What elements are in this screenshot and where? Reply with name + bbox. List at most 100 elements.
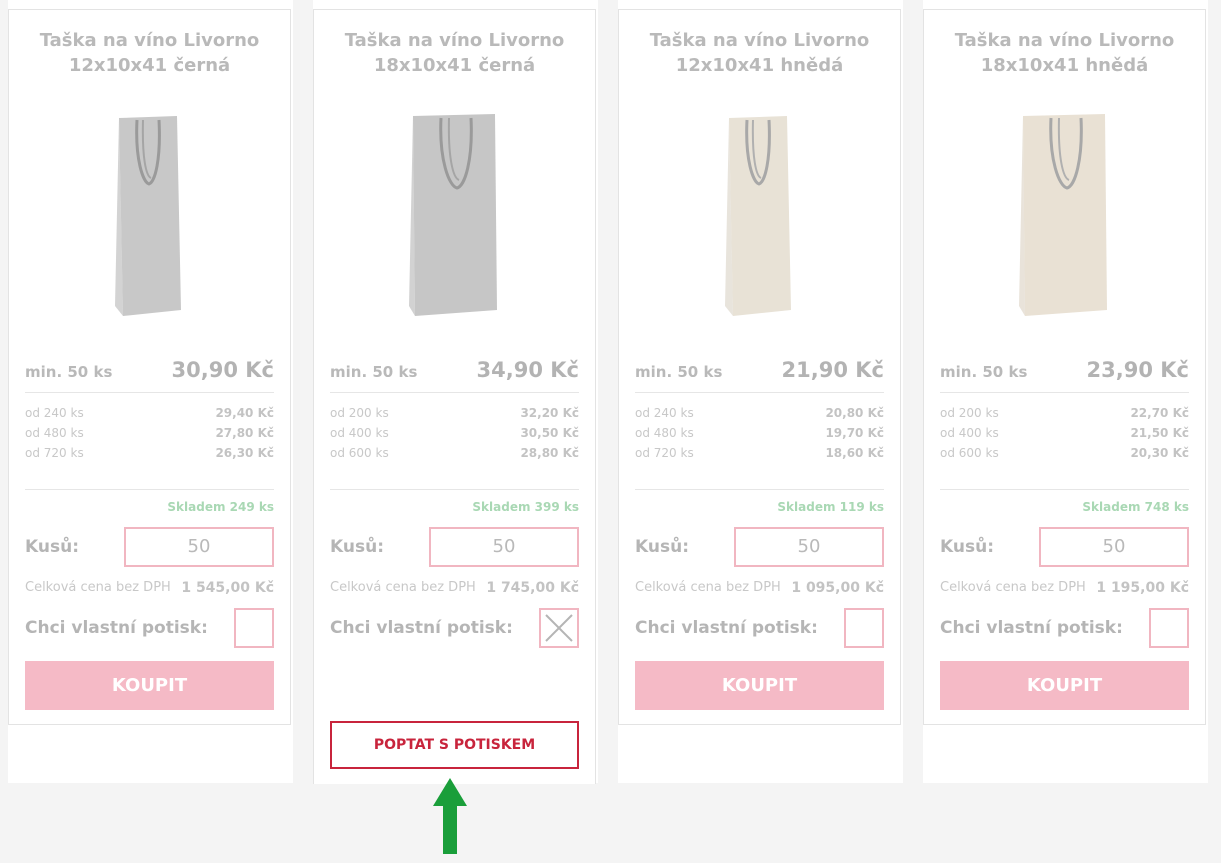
wine-bag-image — [114, 116, 181, 316]
bag-body — [728, 116, 791, 316]
product-image[interactable] — [314, 110, 595, 322]
price-tier: od 200 ks 22,70 Kč — [940, 403, 1189, 423]
quantity-label: Kusů: — [635, 537, 689, 557]
custom-print-checkbox[interactable] — [844, 608, 884, 648]
stock-status: Skladem 249 ks — [167, 500, 274, 514]
ask-with-print-button[interactable]: POPTAT S POTISKEM — [330, 721, 579, 769]
tier-price: 32,20 Kč — [520, 406, 579, 420]
quantity-row: Kusů: 50 — [635, 527, 884, 567]
product-title[interactable]: Taška na víno Livorno 12x10x41 černá — [19, 28, 280, 78]
price-tiers: od 240 ks 29,40 Kč od 480 ks 27,80 Kč od 7… — [25, 403, 274, 463]
tier-quantity: od 720 ks — [25, 446, 84, 460]
total-row: Celková cena bez DPH 1 195,00 Kč — [940, 580, 1189, 596]
divider — [940, 489, 1189, 490]
quantity-row: Kusů: 50 — [940, 527, 1189, 567]
price-tier: od 400 ks 30,50 Kč — [330, 423, 579, 443]
product-column: Taška na víno Livorno 12x10x41 hnědá min… — [618, 0, 903, 783]
total-row: Celková cena bez DPH 1 545,00 Kč — [25, 580, 274, 596]
product-title-line2[interactable]: 18x10x41 černá — [324, 53, 585, 78]
product-title-line2[interactable]: 12x10x41 hnědá — [629, 53, 890, 78]
bag-body — [1022, 114, 1107, 316]
price-tier: od 480 ks 19,70 Kč — [635, 423, 884, 443]
unit-price: 21,90 Kč — [781, 358, 884, 382]
tier-price: 26,30 Kč — [215, 446, 274, 460]
bag-body — [118, 116, 181, 316]
quantity-label: Kusů: — [25, 537, 79, 557]
product-image[interactable] — [924, 110, 1205, 322]
product-title[interactable]: Taška na víno Livorno 18x10x41 hnědá — [934, 28, 1195, 78]
buy-button[interactable]: KOUPIT — [25, 661, 274, 710]
stock-status: Skladem 119 ks — [777, 500, 884, 514]
price-tier: od 720 ks 18,60 Kč — [635, 443, 884, 463]
custom-print-label: Chci vlastní potisk: — [940, 618, 1123, 638]
product-title[interactable]: Taška na víno Livorno 12x10x41 hnědá — [629, 28, 890, 78]
product-title-line1[interactable]: Taška na víno Livorno — [629, 28, 890, 53]
wine-bag-image — [1018, 114, 1107, 316]
product-column: Taška na víno Livorno 18x10x41 černá min… — [313, 0, 598, 784]
quantity-input[interactable]: 50 — [1039, 527, 1189, 567]
tier-price: 22,70 Kč — [1130, 406, 1189, 420]
price-tier: od 600 ks 20,30 Kč — [940, 443, 1189, 463]
product-card: Taška na víno Livorno 12x10x41 černá min… — [8, 9, 291, 725]
quantity-input[interactable]: 50 — [734, 527, 884, 567]
product-image[interactable] — [619, 110, 900, 322]
product-card: Taška na víno Livorno 12x10x41 hnědá min… — [618, 9, 901, 725]
quantity-row: Kusů: 50 — [330, 527, 579, 567]
price-tier: od 200 ks 32,20 Kč — [330, 403, 579, 423]
product-title-line1[interactable]: Taška na víno Livorno — [934, 28, 1195, 53]
tier-quantity: od 240 ks — [25, 406, 84, 420]
tier-price: 20,30 Kč — [1130, 446, 1189, 460]
custom-print-row: Chci vlastní potisk: — [940, 608, 1189, 648]
tier-quantity: od 600 ks — [940, 446, 999, 460]
checkmark-x-icon — [545, 614, 573, 642]
total-row: Celková cena bez DPH 1 745,00 Kč — [330, 580, 579, 596]
stock-status: Skladem 748 ks — [1082, 500, 1189, 514]
total-value: 1 545,00 Kč — [181, 580, 274, 596]
custom-print-label: Chci vlastní potisk: — [25, 618, 208, 638]
tier-quantity: od 240 ks — [635, 406, 694, 420]
product-title-line2[interactable]: 18x10x41 hnědá — [934, 53, 1195, 78]
total-value: 1 195,00 Kč — [1096, 580, 1189, 596]
buy-button[interactable]: KOUPIT — [635, 661, 884, 710]
total-value: 1 095,00 Kč — [791, 580, 884, 596]
total-label: Celková cena bez DPH — [940, 580, 1086, 595]
custom-print-checkbox[interactable] — [234, 608, 274, 648]
wine-bag-image — [408, 114, 497, 316]
total-row: Celková cena bez DPH 1 095,00 Kč — [635, 580, 884, 596]
min-quantity: min. 50 ks — [25, 363, 113, 381]
product-grid: Taška na víno Livorno 12x10x41 černá min… — [0, 0, 1221, 863]
tier-quantity: od 400 ks — [330, 426, 389, 440]
quantity-input[interactable]: 50 — [124, 527, 274, 567]
price-tier: od 600 ks 28,80 Kč — [330, 443, 579, 463]
product-column: Taška na víno Livorno 12x10x41 černá min… — [8, 0, 293, 783]
tier-price: 30,50 Kč — [520, 426, 579, 440]
price-tier: od 480 ks 27,80 Kč — [25, 423, 274, 443]
custom-print-checkbox[interactable] — [539, 608, 579, 648]
tier-quantity: od 600 ks — [330, 446, 389, 460]
min-quantity: min. 50 ks — [940, 363, 1028, 381]
up-arrow-icon — [433, 778, 467, 854]
price-tier: od 720 ks 26,30 Kč — [25, 443, 274, 463]
divider — [635, 489, 884, 490]
product-title-line1[interactable]: Taška na víno Livorno — [19, 28, 280, 53]
price-tiers: od 200 ks 32,20 Kč od 400 ks 30,50 Kč od 6… — [330, 403, 579, 463]
min-quantity: min. 50 ks — [635, 363, 723, 381]
tier-price: 27,80 Kč — [215, 426, 274, 440]
product-image[interactable] — [9, 110, 290, 322]
custom-print-checkbox[interactable] — [1149, 608, 1189, 648]
custom-print-label: Chci vlastní potisk: — [635, 618, 818, 638]
unit-price: 23,90 Kč — [1086, 358, 1189, 382]
min-order-row: min. 50 ks 21,90 Kč — [635, 358, 884, 393]
unit-price: 34,90 Kč — [476, 358, 579, 382]
custom-print-label: Chci vlastní potisk: — [330, 618, 513, 638]
total-label: Celková cena bez DPH — [635, 580, 781, 595]
tier-price: 29,40 Kč — [215, 406, 274, 420]
product-title-line1[interactable]: Taška na víno Livorno — [324, 28, 585, 53]
product-title[interactable]: Taška na víno Livorno 18x10x41 černá — [324, 28, 585, 78]
buy-button[interactable]: KOUPIT — [940, 661, 1189, 710]
product-title-line2[interactable]: 12x10x41 černá — [19, 53, 280, 78]
product-card: Taška na víno Livorno 18x10x41 hnědá min… — [923, 9, 1206, 725]
tier-quantity: od 400 ks — [940, 426, 999, 440]
quantity-input[interactable]: 50 — [429, 527, 579, 567]
total-label: Celková cena bez DPH — [330, 580, 476, 595]
